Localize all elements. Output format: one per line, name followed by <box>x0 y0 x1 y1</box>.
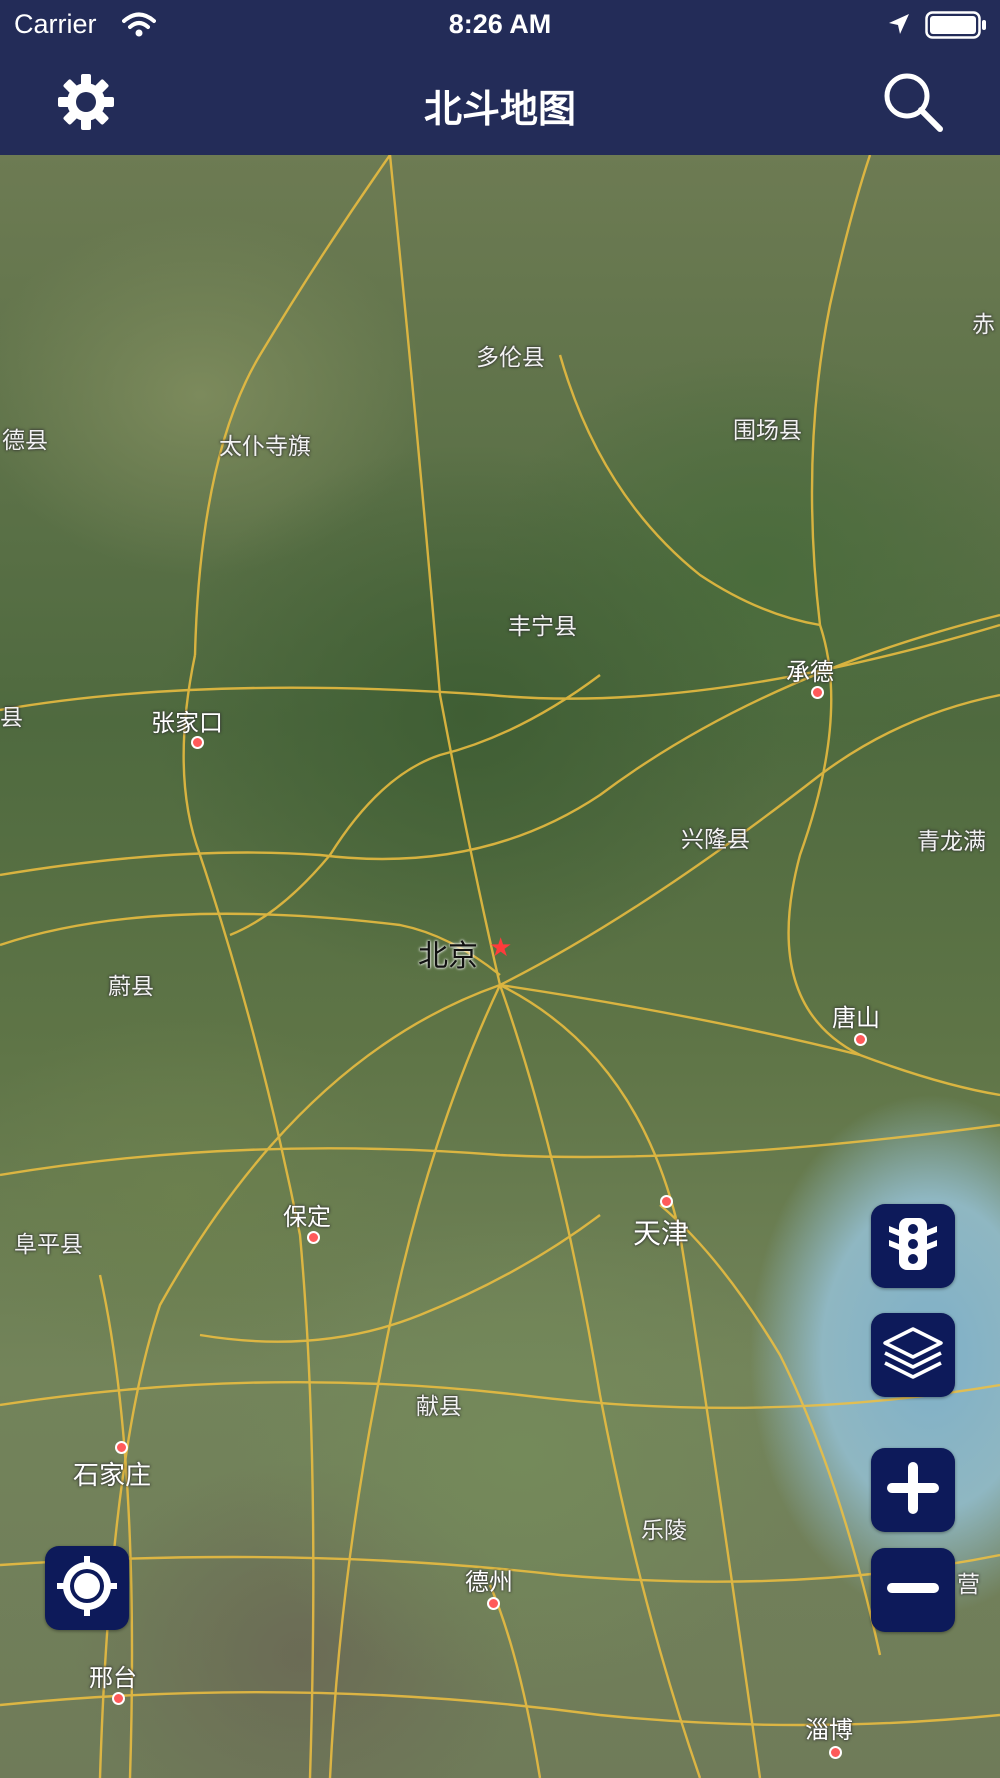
map-label: 乐陵 <box>641 1518 687 1544</box>
map-label: 围场县 <box>733 418 802 444</box>
city-marker <box>829 1746 842 1759</box>
locate-button[interactable] <box>45 1546 129 1630</box>
satellite-map[interactable]: 多伦县 围场县 赤 德县 太仆寺旗 丰宁县 承德 县 张家口 兴隆县 青龙满 北… <box>0 155 1000 1778</box>
city-marker <box>660 1195 673 1208</box>
battery-icon <box>925 11 987 43</box>
map-label: 多伦县 <box>476 345 545 371</box>
minus-icon <box>883 1558 943 1622</box>
city-marker <box>854 1033 867 1046</box>
map-label: 营 <box>957 1572 980 1598</box>
status-time: 8:26 AM <box>448 9 552 39</box>
location-arrow-icon <box>887 12 911 40</box>
map-label: 青龙满 <box>917 829 986 855</box>
map-label: 邢台 <box>89 1664 137 1692</box>
map-label: 献县 <box>416 1394 462 1420</box>
map-label: 丰宁县 <box>508 614 577 640</box>
map-label: 保定 <box>283 1203 331 1231</box>
city-marker <box>307 1231 320 1244</box>
search-icon[interactable] <box>880 69 946 135</box>
traffic-light-icon <box>887 1216 939 1276</box>
map-label: 淄博 <box>805 1716 853 1744</box>
zoom-out-button[interactable] <box>871 1548 955 1632</box>
map-label: 兴隆县 <box>681 827 750 853</box>
nav-bar: 北斗地图 <box>0 50 1000 155</box>
map-label: 唐山 <box>832 1004 880 1032</box>
status-bar: Carrier 8:26 AM <box>0 0 1000 50</box>
map-label: 天津 <box>633 1217 690 1250</box>
city-marker <box>487 1597 500 1610</box>
page-title: 北斗地图 <box>423 87 576 131</box>
map-label: 北京 <box>418 939 478 974</box>
locate-icon <box>54 1553 120 1623</box>
map-label: 阜平县 <box>14 1232 83 1258</box>
map-label: 太仆寺旗 <box>219 434 311 460</box>
city-marker <box>112 1692 125 1705</box>
capital-star-icon: ★ <box>489 933 513 963</box>
map-label: 县 <box>0 705 23 731</box>
map-label: 承德 <box>786 658 834 686</box>
traffic-button[interactable] <box>871 1204 955 1288</box>
map-label: 赤 <box>972 312 995 338</box>
layers-icon <box>881 1325 945 1385</box>
plus-icon <box>883 1458 943 1522</box>
map-label: 德县 <box>2 428 48 454</box>
map-label: 石家庄 <box>73 1461 152 1491</box>
city-marker <box>811 686 824 699</box>
city-marker <box>191 736 204 749</box>
map-label: 张家口 <box>151 709 223 737</box>
city-marker <box>115 1441 128 1454</box>
zoom-in-button[interactable] <box>871 1448 955 1532</box>
layers-button[interactable] <box>871 1313 955 1397</box>
map-label: 德州 <box>465 1568 513 1596</box>
map-label: 蔚县 <box>108 974 154 1000</box>
